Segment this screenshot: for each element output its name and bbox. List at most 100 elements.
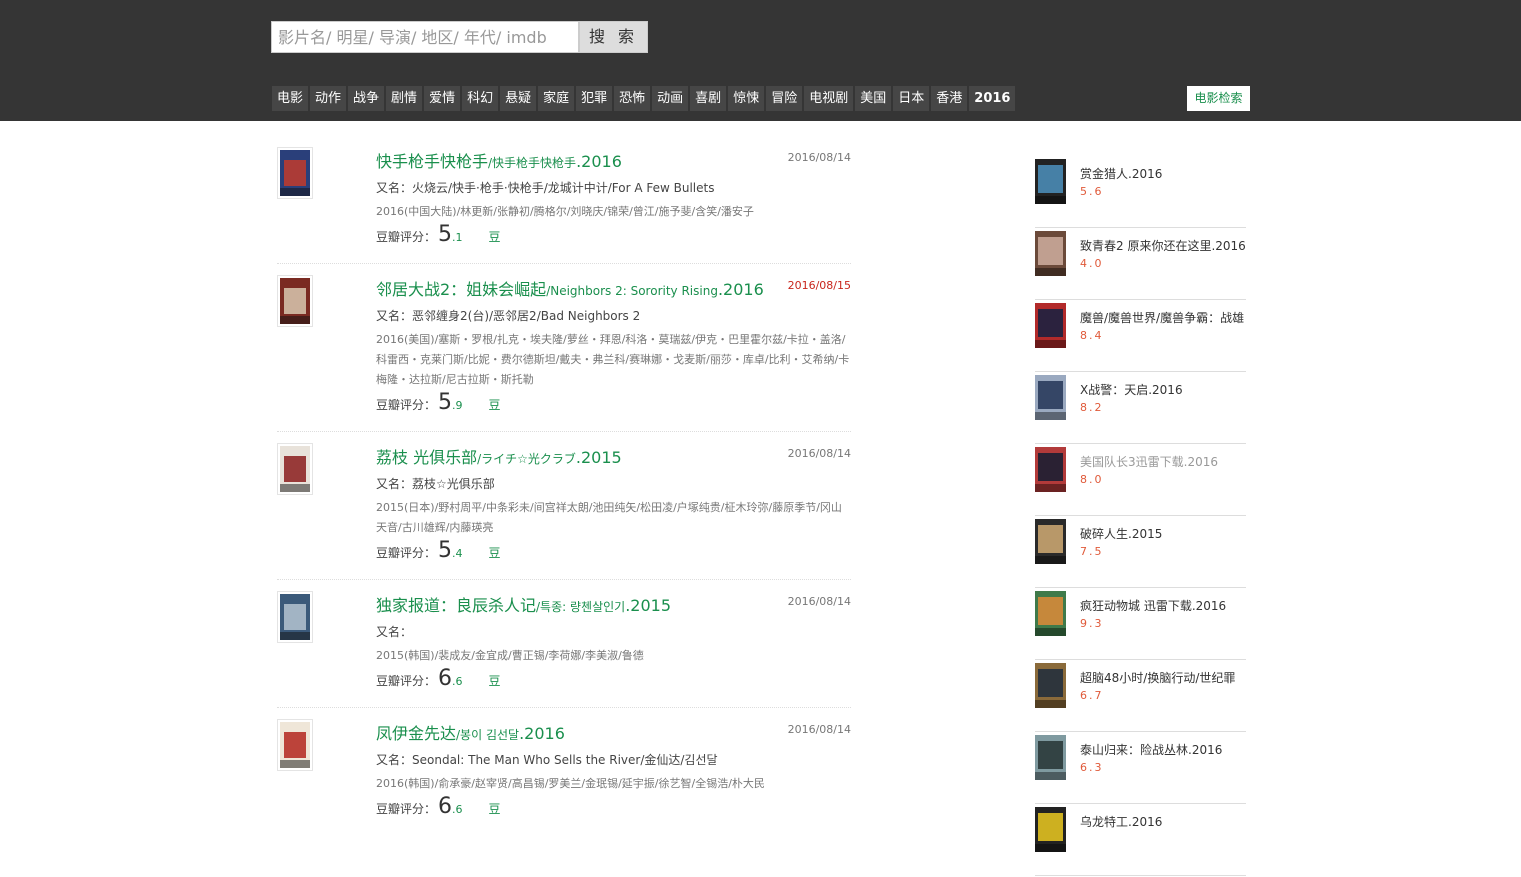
nav-item[interactable]: 战争 xyxy=(348,86,385,111)
movie-year: .2016 xyxy=(576,152,622,171)
movie-original-title: /Neighbors 2: Sorority Rising xyxy=(546,284,718,298)
post-date: 2016/08/14 xyxy=(787,447,851,460)
movie-poster[interactable] xyxy=(277,147,313,199)
sidebar-title[interactable]: 美国队长3迅雷下载.2016 xyxy=(1080,453,1250,470)
cast-line: 2016(美国)/塞斯・罗根/扎克・埃夫隆/萝丝・拜恩/科洛・莫瑞兹/伊克・巴里… xyxy=(376,333,850,386)
sidebar-score: 9.3 xyxy=(1080,617,1104,630)
nav-item[interactable]: 日本 xyxy=(893,86,930,111)
poster-image xyxy=(280,594,310,640)
nav-item[interactable]: 美国 xyxy=(855,86,892,111)
movie-year: .2015 xyxy=(625,596,672,615)
nav-item[interactable]: 恐怖 xyxy=(614,86,651,111)
sidebar-movie-item[interactable]: 致青春2 原来你还在这里.2016 4.0 xyxy=(1035,229,1246,300)
sidebar-poster[interactable] xyxy=(1035,231,1066,276)
rating-label: 豆瓣评分： xyxy=(376,230,437,244)
sidebar-movie-item[interactable]: 赏金猎人.2016 5.6 xyxy=(1035,157,1246,228)
movie-info: 邻居大战2：姐妹会崛起/Neighbors 2: Sorority Rising… xyxy=(376,276,851,415)
aka-text: Seondal: The Man Who Sells the River/金仙达… xyxy=(412,753,718,767)
douban-link[interactable]: 豆 xyxy=(489,228,501,245)
score-integer: 5 xyxy=(438,222,453,247)
sidebar-title[interactable]: 超脑48小时/换脑行动/世纪罪 xyxy=(1080,669,1250,686)
nav-item[interactable]: 香港 xyxy=(931,86,968,111)
post-date: 2016/08/14 xyxy=(787,595,851,608)
nav-item[interactable]: 电影 xyxy=(272,86,309,111)
nav-item[interactable]: 犯罪 xyxy=(576,86,613,111)
nav-item[interactable]: 喜剧 xyxy=(690,86,727,111)
sidebar-movie-item[interactable]: 泰山归来：险战丛林.2016 6.3 xyxy=(1035,733,1246,804)
movie-search-link[interactable]: 电影检索 xyxy=(1187,86,1250,111)
sidebar-movie-item[interactable]: 破碎人生.2015 7.5 xyxy=(1035,517,1246,588)
nav-item[interactable]: 2016 xyxy=(969,86,1016,111)
movie-poster[interactable] xyxy=(277,591,313,643)
movie-info: 荔枝 光俱乐部/ライチ☆光クラブ.2015 2016/08/14 又名：荔枝☆光… xyxy=(376,444,851,563)
sidebar-poster[interactable] xyxy=(1035,159,1066,204)
nav-item[interactable]: 动作 xyxy=(310,86,347,111)
nav-item[interactable]: 科幻 xyxy=(462,86,499,111)
sidebar-movie-item[interactable]: 乌龙特工.2016 xyxy=(1035,805,1246,876)
sidebar-movie-item[interactable]: 疯狂动物城 迅雷下载.2016 9.3 xyxy=(1035,589,1246,660)
movie-title-link[interactable]: 荔枝 光俱乐部/ライチ☆光クラブ.2015 xyxy=(376,444,851,468)
poster-image xyxy=(280,446,310,492)
score-integer: 5 xyxy=(438,390,453,415)
sidebar-movie-item[interactable]: X战警：天启.2016 8.2 xyxy=(1035,373,1246,444)
sidebar-poster[interactable] xyxy=(1035,447,1066,492)
sidebar-poster[interactable] xyxy=(1035,375,1066,420)
movie-poster[interactable] xyxy=(277,275,313,327)
post-date: 2016/08/14 xyxy=(787,723,851,736)
sidebar-movie-item[interactable]: 魔兽/魔兽世界/魔兽争霸：战雄 8.4 xyxy=(1035,301,1246,372)
sidebar-title[interactable]: X战警：天启.2016 xyxy=(1080,381,1250,398)
sidebar-score: 8.0 xyxy=(1080,473,1104,486)
cast-line: 2016(中国大陆)/林更新/张静初/腾格尔/刘晓庆/锦荣/曾江/施予斐/含笑/… xyxy=(376,205,754,218)
sidebar-title[interactable]: 破碎人生.2015 xyxy=(1080,525,1250,542)
sidebar-title[interactable]: 乌龙特工.2016 xyxy=(1080,813,1250,830)
nav-item[interactable]: 家庭 xyxy=(538,86,575,111)
sidebar-title[interactable]: 赏金猎人.2016 xyxy=(1080,165,1250,182)
aka-text: 火烧云/快手·枪手·快枪手/龙城计中计/For A Few Bullets xyxy=(412,181,715,195)
movie-title: 凤伊金先达 xyxy=(376,724,457,743)
sidebar-title[interactable]: 泰山归来：险战丛林.2016 xyxy=(1080,741,1250,758)
nav-item[interactable]: 悬疑 xyxy=(500,86,537,111)
nav-item[interactable]: 冒险 xyxy=(766,86,803,111)
sidebar-poster[interactable] xyxy=(1035,735,1066,780)
nav-item[interactable]: 电视剧 xyxy=(804,86,854,111)
douban-link[interactable]: 豆 xyxy=(489,800,501,817)
movie-poster[interactable] xyxy=(277,719,313,771)
aka-label: 又名： xyxy=(376,181,413,195)
douban-link[interactable]: 豆 xyxy=(489,672,501,689)
nav-item[interactable]: 动画 xyxy=(652,86,689,111)
nav-item[interactable]: 惊悚 xyxy=(728,86,765,111)
score-decimal: .4 xyxy=(452,547,463,560)
nav-item[interactable]: 剧情 xyxy=(386,86,423,111)
search-button[interactable]: 搜 索 xyxy=(579,21,648,53)
cast-line: 2016(韩国)/俞承豪/赵宰贤/高昌锡/罗美兰/金珉锡/延宇振/徐艺智/全锡浩… xyxy=(376,777,765,790)
sidebar-movie-item[interactable]: 超脑48小时/换脑行动/世纪罪 6.7 xyxy=(1035,661,1246,732)
movie-title-link[interactable]: 独家报道：良辰杀人记/특종: 량첸살인기.2015 xyxy=(376,592,851,616)
score-decimal: .1 xyxy=(452,231,463,244)
score-integer: 5 xyxy=(438,538,453,563)
movie-title-link[interactable]: 邻居大战2：姐妹会崛起/Neighbors 2: Sorority Rising… xyxy=(376,276,851,300)
movie-title-link[interactable]: 凤伊金先达/봉이 김선달.2016 xyxy=(376,720,851,744)
search-input[interactable] xyxy=(271,21,579,53)
sidebar-score: 6.3 xyxy=(1080,761,1104,774)
sidebar-movie-item[interactable]: 美国队长3迅雷下载.2016 8.0 xyxy=(1035,445,1246,516)
sidebar-poster[interactable] xyxy=(1035,807,1066,852)
movie-title: 快手枪手快枪手 xyxy=(376,152,489,171)
douban-link[interactable]: 豆 xyxy=(489,544,501,561)
nav-item[interactable]: 爱情 xyxy=(424,86,461,111)
rating-line: 豆瓣评分： 5 .1 豆 xyxy=(376,222,851,247)
sidebar-poster[interactable] xyxy=(1035,663,1066,708)
sidebar-poster[interactable] xyxy=(1035,519,1066,564)
movie-year: .2016 xyxy=(519,724,565,743)
movie-poster[interactable] xyxy=(277,443,313,495)
category-nav: 电影 动作 战争 剧情 爱情 科幻 悬疑 家庭 犯罪 恐怖 动画 喜剧 惊悚 冒险 电视剧 美国 日本 香港 201… xyxy=(272,86,1017,111)
movie-item: 邻居大战2：姐妹会崛起/Neighbors 2: Sorority Rising… xyxy=(277,264,851,432)
movie-item: 独家报道：良辰杀人记/특종: 량첸살인기.2015 2016/08/14 又名：… xyxy=(277,580,851,708)
sidebar-poster[interactable] xyxy=(1035,591,1066,636)
sidebar-title[interactable]: 魔兽/魔兽世界/魔兽争霸：战雄 xyxy=(1080,309,1250,326)
movie-title-link[interactable]: 快手枪手快枪手/快手枪手快枪手.2016 xyxy=(376,148,851,172)
sidebar-poster[interactable] xyxy=(1035,303,1066,348)
sidebar-title[interactable]: 疯狂动物城 迅雷下载.2016 xyxy=(1080,597,1250,614)
sidebar-title[interactable]: 致青春2 原来你还在这里.2016 xyxy=(1080,237,1250,254)
sidebar-score: 8.2 xyxy=(1080,401,1104,414)
douban-link[interactable]: 豆 xyxy=(489,396,501,413)
